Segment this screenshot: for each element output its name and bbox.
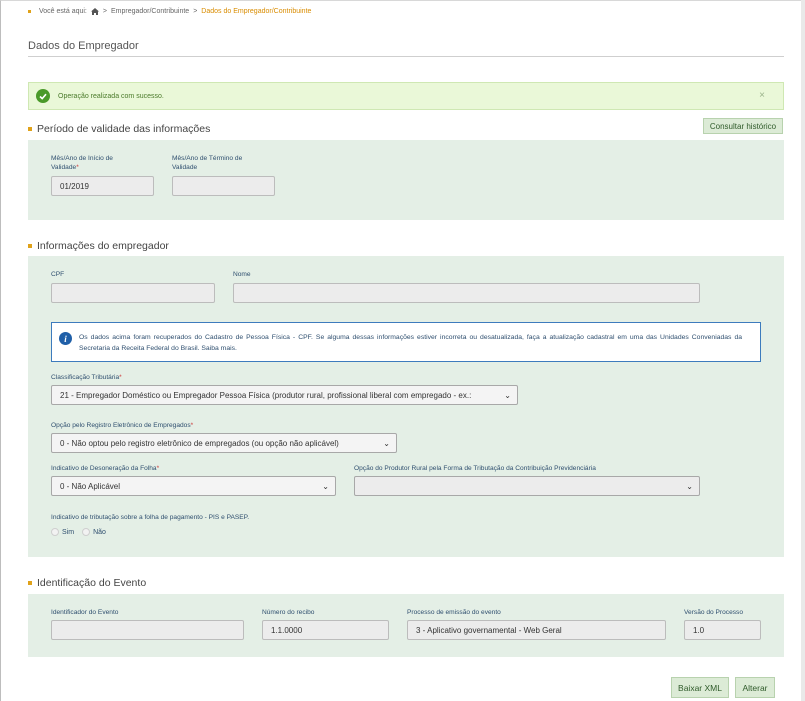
radio-yes[interactable]: [51, 528, 59, 536]
validity-panel: Mês/Ano de Início de Validade* 01/2019 M…: [28, 140, 784, 220]
info-icon: i: [59, 332, 72, 345]
electronic-registry-label: Opção pelo Registro Eletrônico de Empreg…: [51, 422, 194, 429]
radio-no-label: Não: [93, 528, 106, 536]
section-header-employer: Informações do empregador: [28, 240, 169, 252]
name-input[interactable]: [233, 283, 700, 303]
rural-producer-label: Opção do Produtor Rural pela Forma de Tr…: [354, 465, 596, 472]
pis-pasep-label: Indicativo de tributação sobre a folha d…: [51, 514, 250, 521]
chevron-down-icon: ⌄: [383, 439, 390, 448]
receipt-number-label: Número do recibo: [262, 609, 315, 616]
bullet-icon: [28, 10, 31, 13]
section-header-validity: Período de validade das informações: [28, 123, 210, 135]
download-xml-button[interactable]: Baixar XML: [671, 677, 729, 698]
start-validity-input[interactable]: 01/2019: [51, 176, 154, 196]
payroll-relief-value: 0 - Não Aplicável: [60, 481, 121, 491]
breadcrumb-separator: >: [193, 8, 198, 15]
chevron-down-icon: ⌄: [686, 482, 693, 491]
cpf-label: CPF: [51, 271, 65, 278]
end-validity-label: Mês/Ano de Término de Validade: [172, 155, 243, 171]
breadcrumb-current: Dados do Empregador/Contribuinte: [201, 8, 312, 15]
emission-process-label: Processo de emissão do evento: [407, 609, 501, 616]
chevron-down-icon: ⌄: [322, 482, 329, 491]
receipt-number-input[interactable]: 1.1.0000: [262, 620, 389, 640]
electronic-registry-value: 0 - Não optou pelo registro eletrônico d…: [60, 438, 339, 448]
check-circle-icon: [36, 89, 50, 103]
section-title: Informações do empregador: [37, 240, 169, 252]
emission-process-input[interactable]: 3 - Aplicativo governamental - Web Geral: [407, 620, 666, 640]
radio-no[interactable]: [82, 528, 91, 536]
process-version-input[interactable]: 1.0: [684, 620, 761, 640]
info-notice: i Os dados acima foram recuperados do Ca…: [51, 322, 761, 362]
alert-message: Operação realizada com sucesso.: [58, 92, 164, 100]
section-header-event: Identificação do Evento: [28, 577, 146, 589]
breadcrumb-item-empregador[interactable]: Empregador/Contribuinte: [111, 8, 189, 15]
section-title: Identificação do Evento: [37, 577, 147, 589]
title-divider: [28, 56, 784, 57]
payroll-relief-label: Indicativo de Desoneração da Folha*: [51, 465, 160, 472]
name-label: Nome: [233, 271, 251, 278]
pis-pasep-radio-group: Sim Não: [51, 528, 106, 536]
close-icon[interactable]: ×: [759, 91, 765, 101]
chevron-down-icon: ⌄: [504, 391, 511, 400]
end-validity-input[interactable]: [172, 176, 275, 196]
history-button[interactable]: Consultar histórico: [703, 118, 783, 134]
radio-yes-label: Sim: [62, 528, 75, 536]
breadcrumb-separator: >: [102, 8, 107, 15]
home-icon[interactable]: [90, 8, 99, 15]
page-title: Dados do Empregador: [28, 40, 139, 52]
event-id-input[interactable]: [51, 620, 244, 640]
breadcrumb-prefix: Você está aqui:: [39, 8, 87, 15]
section-title: Período de validade das informações: [37, 123, 211, 135]
rural-producer-select[interactable]: ⌄: [354, 476, 700, 496]
breadcrumb: Você está aqui: > Empregador/Contribuint…: [28, 8, 311, 15]
info-text: Os dados acima foram recuperados do Cada…: [79, 334, 742, 352]
process-version-label: Versão do Processo: [684, 609, 744, 616]
section-marker-icon: [28, 127, 32, 131]
section-marker-icon: [28, 581, 32, 585]
scrollbar[interactable]: [801, 0, 805, 701]
start-validity-label: Mês/Ano de Início de Validade*: [51, 155, 113, 171]
section-marker-icon: [28, 244, 32, 248]
success-alert: Operação realizada com sucesso. ×: [28, 82, 784, 110]
payroll-relief-select[interactable]: 0 - Não Aplicável ⌄: [51, 476, 336, 496]
tax-class-label: Classificação Tributária*: [51, 374, 122, 381]
tax-class-select[interactable]: 21 - Empregador Doméstico ou Empregador …: [51, 385, 518, 405]
tax-class-value: 21 - Empregador Doméstico ou Empregador …: [60, 390, 472, 400]
edit-button[interactable]: Alterar: [735, 677, 775, 698]
event-id-label: Identificador do Evento: [51, 609, 119, 616]
electronic-registry-select[interactable]: 0 - Não optou pelo registro eletrônico d…: [51, 433, 397, 453]
cpf-input[interactable]: [51, 283, 215, 303]
